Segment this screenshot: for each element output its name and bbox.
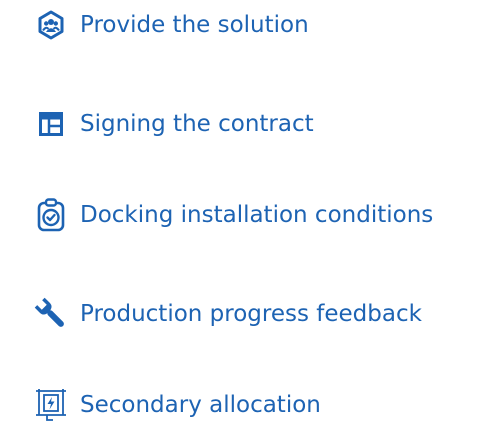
power-cabinet-icon bbox=[30, 384, 72, 426]
process-step-list: Provide the solution Signing the contrac… bbox=[0, 0, 477, 426]
list-item-label: Secondary allocation bbox=[80, 391, 321, 418]
list-item-provide-solution[interactable]: Provide the solution bbox=[30, 2, 309, 48]
list-item-label: Provide the solution bbox=[80, 11, 309, 38]
list-item-docking-installation[interactable]: Docking installation conditions bbox=[30, 192, 433, 238]
layout-grid-icon bbox=[30, 103, 72, 145]
wrench-icon bbox=[30, 293, 72, 335]
list-item-secondary-allocation[interactable]: Secondary allocation bbox=[30, 382, 321, 428]
list-item-production-progress[interactable]: Production progress feedback bbox=[30, 291, 422, 337]
clipboard-check-icon bbox=[30, 194, 72, 236]
team-hexagon-icon bbox=[30, 4, 72, 46]
list-item-signing-contract[interactable]: Signing the contract bbox=[30, 101, 314, 147]
list-item-label: Signing the contract bbox=[80, 110, 314, 137]
list-item-label: Production progress feedback bbox=[80, 300, 422, 327]
list-item-label: Docking installation conditions bbox=[80, 201, 434, 228]
